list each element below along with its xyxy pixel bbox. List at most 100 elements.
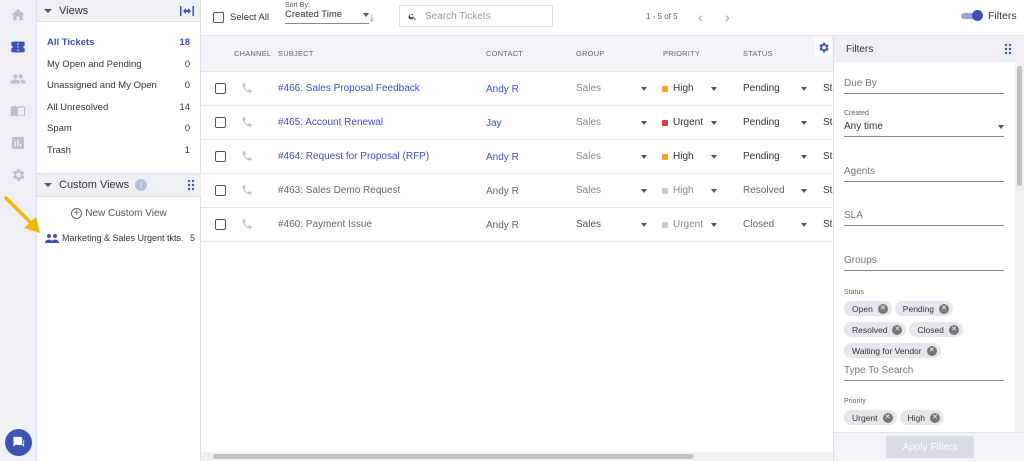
remove-chip-icon[interactable]: ✕ bbox=[926, 345, 937, 356]
table-row[interactable]: #464: Request for Proposal (RFP) Andy R Sa… bbox=[201, 140, 833, 174]
table-row[interactable]: #460: Payment Issue Andy R Sales Urgent Clos… bbox=[201, 208, 833, 242]
sla-field[interactable]: SLA bbox=[844, 210, 1004, 226]
row-checkbox[interactable] bbox=[215, 117, 226, 128]
column-header-status: STATUS bbox=[743, 49, 773, 58]
ticket-priority-select[interactable]: Urgent bbox=[673, 219, 703, 230]
horizontal-scrollbar[interactable] bbox=[201, 452, 833, 461]
ticket-priority-select[interactable]: High bbox=[673, 185, 694, 196]
due-by-field[interactable]: Due By bbox=[844, 78, 1004, 94]
drag-grip-icon[interactable] bbox=[1004, 43, 1012, 55]
remove-chip-icon[interactable]: ✕ bbox=[882, 412, 893, 423]
ticket-priority-select[interactable]: Urgent bbox=[673, 117, 703, 128]
remove-chip-icon[interactable]: ✕ bbox=[930, 412, 940, 423]
created-select[interactable]: Any time bbox=[844, 121, 1004, 137]
knowledge-base-icon[interactable] bbox=[9, 102, 27, 120]
ticket-priority-select[interactable]: High bbox=[673, 151, 694, 162]
caret-down-icon[interactable] bbox=[801, 155, 807, 159]
info-icon[interactable]: i bbox=[135, 179, 148, 191]
drag-grip-icon[interactable] bbox=[187, 179, 195, 191]
sort-direction-icon[interactable]: ↓ bbox=[369, 10, 375, 24]
caret-down-icon[interactable] bbox=[641, 155, 647, 159]
new-custom-view-button[interactable]: + New Custom View bbox=[37, 208, 201, 219]
table-row[interactable]: #465: Account Renewal Jay Sales Urgent Pendi… bbox=[201, 106, 833, 140]
groups-field[interactable]: Groups bbox=[844, 255, 1004, 271]
caret-down-icon[interactable] bbox=[711, 189, 717, 193]
apply-filters-button[interactable]: Apply Filters bbox=[886, 436, 974, 458]
reports-icon[interactable] bbox=[9, 134, 27, 152]
tickets-icon[interactable] bbox=[9, 38, 27, 56]
settings-icon[interactable] bbox=[9, 166, 27, 184]
ticket-contact-link[interactable]: Andy R bbox=[486, 220, 519, 231]
agents-field[interactable]: Agents bbox=[844, 166, 1004, 182]
caret-down-icon[interactable] bbox=[801, 87, 807, 91]
caret-down-icon[interactable] bbox=[711, 121, 717, 125]
caret-down-icon[interactable] bbox=[641, 87, 647, 91]
vertical-scrollbar[interactable] bbox=[1015, 62, 1024, 432]
row-checkbox[interactable] bbox=[215, 151, 226, 162]
view-item-my-open-and-pending[interactable]: My Open and Pending 0 bbox=[37, 54, 200, 76]
ticket-subject-link[interactable]: #464: Request for Proposal (RFP) bbox=[278, 151, 429, 162]
chevron-down-icon[interactable] bbox=[43, 6, 53, 16]
ticket-priority-select[interactable]: High bbox=[673, 83, 694, 94]
caret-down-icon[interactable] bbox=[801, 189, 807, 193]
row-checkbox[interactable] bbox=[215, 83, 226, 94]
contacts-icon[interactable] bbox=[9, 70, 27, 88]
ticket-group-select[interactable]: Sales bbox=[576, 151, 601, 162]
expand-width-icon[interactable] bbox=[180, 5, 194, 16]
ticket-status-select[interactable]: Resolved bbox=[743, 185, 785, 196]
select-all-checkbox[interactable]: Select All bbox=[213, 12, 269, 23]
ticket-contact-link[interactable]: Jay bbox=[486, 118, 502, 129]
ticket-group-select[interactable]: Sales bbox=[576, 185, 601, 196]
home-icon[interactable] bbox=[9, 6, 27, 24]
custom-view-item[interactable]: Marketing & Sales Urgent tkts. 5 bbox=[45, 233, 195, 243]
view-item-unassigned-and-my-open[interactable]: Unassigned and My Open 0 bbox=[37, 75, 200, 97]
remove-chip-icon[interactable]: ✕ bbox=[892, 324, 903, 335]
remove-chip-icon[interactable]: ✕ bbox=[939, 303, 949, 314]
ticket-status-select[interactable]: Closed bbox=[743, 219, 774, 230]
priority-color-dot bbox=[662, 188, 668, 194]
caret-down-icon[interactable] bbox=[641, 121, 647, 125]
view-item-trash[interactable]: Trash 1 bbox=[37, 140, 200, 162]
row-checkbox[interactable] bbox=[215, 219, 226, 230]
column-header-channel: CHANNEL bbox=[234, 49, 272, 58]
chevron-down-icon[interactable] bbox=[43, 180, 53, 190]
ticket-contact-link[interactable]: Andy R bbox=[486, 186, 519, 197]
remove-chip-icon[interactable]: ✕ bbox=[948, 324, 959, 335]
column-settings-button[interactable] bbox=[814, 38, 832, 56]
checkbox[interactable] bbox=[213, 12, 224, 23]
filters-toggle[interactable] bbox=[961, 10, 983, 21]
caret-down-icon[interactable] bbox=[641, 223, 647, 227]
ticket-subject-link[interactable]: #466: Sales Proposal Feedback bbox=[278, 83, 420, 94]
caret-down-icon[interactable] bbox=[711, 223, 717, 227]
row-checkbox[interactable] bbox=[215, 185, 226, 196]
ticket-status-select[interactable]: Pending bbox=[743, 151, 780, 162]
ticket-contact-link[interactable]: Andy R bbox=[486, 84, 519, 95]
caret-down-icon[interactable] bbox=[641, 189, 647, 193]
remove-chip-icon[interactable]: ✕ bbox=[877, 303, 888, 314]
table-row[interactable]: #466: Sales Proposal Feedback Andy R Sales… bbox=[201, 72, 833, 106]
ticket-contact-link[interactable]: Andy R bbox=[486, 152, 519, 163]
sort-by-select[interactable]: Sort By: Created Time bbox=[285, 2, 369, 24]
ticket-subject-link[interactable]: #465: Account Renewal bbox=[278, 117, 383, 128]
ticket-subject-link[interactable]: #463: Sales Demo Request bbox=[278, 185, 400, 196]
ticket-status-select[interactable]: Pending bbox=[743, 117, 780, 128]
prev-page-button[interactable]: ‹ bbox=[698, 9, 703, 25]
caret-down-icon[interactable] bbox=[711, 155, 717, 159]
view-item-spam[interactable]: Spam 0 bbox=[37, 118, 200, 140]
created-caption: Created bbox=[844, 110, 869, 117]
ticket-subject-link[interactable]: #460: Payment Issue bbox=[278, 219, 372, 230]
next-page-button[interactable]: › bbox=[725, 9, 730, 25]
ticket-status-select[interactable]: Pending bbox=[743, 83, 780, 94]
status-search-input[interactable]: Type To Search bbox=[844, 365, 1004, 381]
table-row[interactable]: #463: Sales Demo Request Andy R Sales High R… bbox=[201, 174, 833, 208]
chat-button[interactable] bbox=[5, 429, 32, 456]
ticket-group-select[interactable]: Sales bbox=[576, 117, 601, 128]
view-item-all-unresolved[interactable]: All Unresolved 14 bbox=[37, 97, 200, 119]
ticket-group-select[interactable]: Sales bbox=[576, 83, 601, 94]
caret-down-icon[interactable] bbox=[711, 87, 717, 91]
view-item-all-tickets[interactable]: All Tickets 18 bbox=[37, 32, 200, 54]
caret-down-icon[interactable] bbox=[801, 121, 807, 125]
search-input[interactable]: Search Tickets bbox=[399, 5, 553, 27]
ticket-group-select[interactable]: Sales bbox=[576, 219, 601, 230]
caret-down-icon[interactable] bbox=[801, 223, 807, 227]
